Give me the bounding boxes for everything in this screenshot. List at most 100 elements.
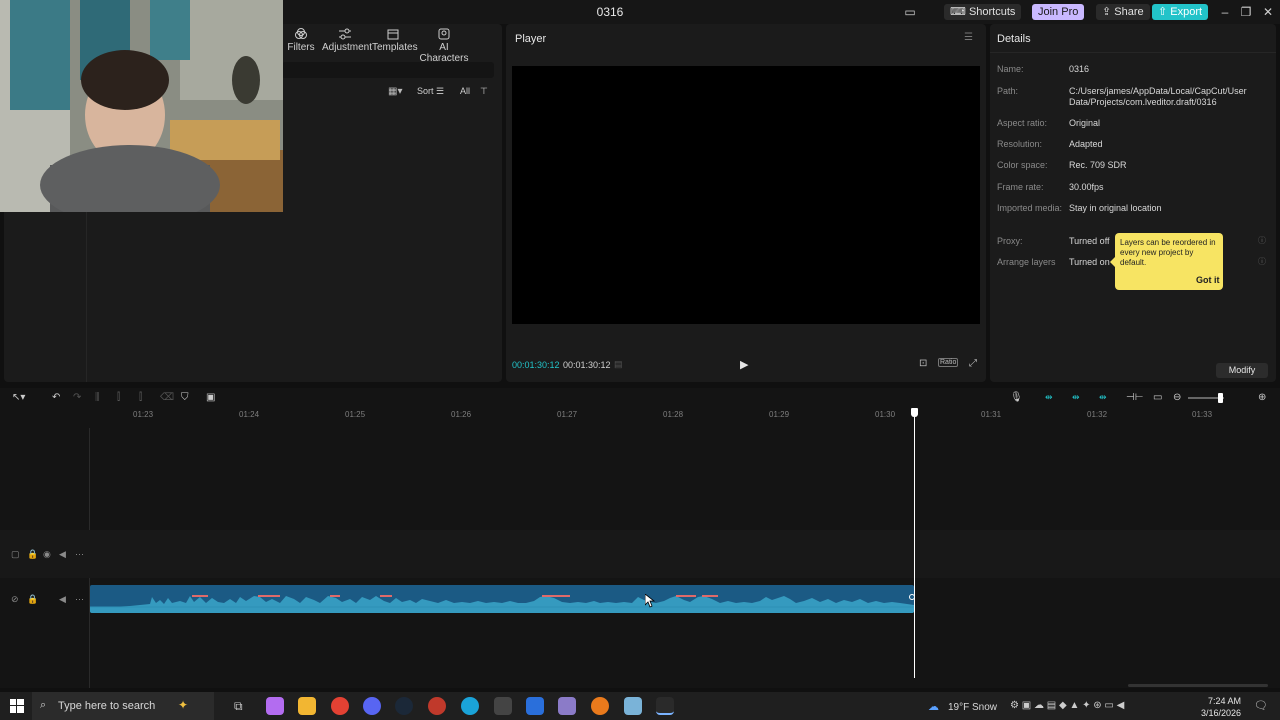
mute-icon[interactable]: ◀ [59,549,66,560]
shortcuts-button[interactable]: ⌨ Shortcuts [944,4,1022,20]
detail-value-imported: Stay in original location [1069,203,1162,213]
tab-adjustment[interactable]: Adjustment [322,26,372,60]
undo-icon[interactable]: ↶ [52,392,60,403]
audio-clip[interactable] [90,585,914,613]
video-track-row [0,530,1280,578]
tab-label: Templates [372,42,418,53]
outlook-icon[interactable] [526,697,544,715]
timeline-scrollbar[interactable] [1128,684,1268,687]
lock-icon[interactable]: 🔒 [27,594,38,605]
zoom-out-icon[interactable]: ⊖ [1173,392,1181,403]
mute-icon[interactable]: ◀ [59,594,66,605]
tab-filters[interactable]: Filters [286,26,316,60]
player-panel: Player ☰ 00:01:30:12 00:01:30:12 ▤ ▶ ⊡ R… [506,24,986,382]
detail-value-arrange[interactable]: Turned on [1069,257,1110,267]
webcam-overlay [0,0,283,212]
restore-icon[interactable]: ❐ [1236,4,1256,20]
sort-icon: ☰ [436,86,445,96]
sort-button[interactable]: Sort ☰ [417,86,451,100]
game-app-icon[interactable] [428,697,446,715]
split-right-icon[interactable]: ⫿ [139,392,142,403]
microphone-icon[interactable]: 🎙 [1010,392,1023,403]
notepad-icon[interactable] [624,697,642,715]
playhead-line[interactable] [914,412,915,678]
tick-label: 01:32 [1087,410,1108,419]
snapshot-icon[interactable]: ⊡ [919,358,927,369]
copilot-icon[interactable] [266,697,284,715]
delete-icon[interactable]: ⌫ [160,392,174,403]
visibility-icon[interactable]: ◉ [43,549,51,560]
task-view-icon[interactable]: ⧉ [234,699,243,714]
marker-icon[interactable]: ⛉ [181,392,189,403]
notes-app-icon[interactable] [558,697,576,715]
modify-button[interactable]: Modify [1216,363,1268,378]
export-button[interactable]: ⇧ Export [1152,4,1209,20]
zoom-slider-thumb[interactable] [1218,393,1223,403]
tray-icons[interactable]: ⚙ ▣ ☁ ▤ ◆ ▲ ✦ ⊛ ▭ ◀ [1010,700,1124,711]
discord-icon[interactable] [363,697,381,715]
caption-icon[interactable]: ▭ [1153,392,1162,403]
zoom-fit-icon[interactable]: ⊕ [1258,392,1266,403]
got-it-button[interactable]: Got it [1196,275,1220,285]
auto-snap-icon[interactable]: ⇹ [1072,392,1086,402]
layout-icon[interactable]: ▭ [900,4,920,20]
linkage-icon[interactable]: ⇹ [1099,392,1113,402]
notifications-icon[interactable]: 🗨 [1254,699,1268,712]
search-placeholder: Type here to search [58,700,156,712]
view-toggle-icon[interactable]: ▦▾ [388,86,410,100]
playhead-handle[interactable] [911,408,918,417]
select-tool-icon[interactable]: ↖▾ [12,392,25,403]
detail-label-arrange: Arrange layers [997,257,1056,267]
cover-icon[interactable]: ▢ [11,549,20,560]
player-title: Player [515,33,547,45]
arrange-info-icon[interactable]: ⓘ [1258,256,1266,267]
close-icon[interactable]: ✕ [1258,4,1278,20]
ratio-button[interactable]: Ratio [938,358,959,367]
image-icon[interactable]: ▣ [206,392,215,403]
tab-ai-characters[interactable]: AI Characters [418,26,470,64]
more-icon[interactable]: ⋯ [75,594,84,605]
play-icon[interactable]: ▶ [740,358,748,371]
search-bar[interactable] [282,62,494,78]
player-menu-icon[interactable]: ☰ [964,32,973,43]
detail-value-proxy[interactable]: Turned off [1069,236,1110,246]
filter-all-button[interactable]: All [460,86,476,100]
timeline-grid-icon[interactable]: ▤ [614,359,623,370]
file-explorer-icon[interactable] [298,697,316,715]
settings-icon[interactable] [494,697,512,715]
tab-templates[interactable]: Templates [372,26,418,60]
mouse-cursor-icon [644,593,656,611]
main-track-magnet-icon[interactable]: ⇹ [1045,392,1059,402]
minimize-icon[interactable]: – [1215,4,1235,20]
redo-icon[interactable]: ↷ [73,392,81,403]
preview-axis-icon[interactable]: ⊣⊢ [1126,392,1143,403]
edge-icon[interactable] [461,697,479,715]
detail-value-framerate: 30.00fps [1069,182,1104,192]
detail-label-framerate: Frame rate: [997,182,1044,192]
split-icon[interactable]: ⫼ [95,392,100,403]
join-pro-button[interactable]: Join Pro [1032,4,1085,20]
tick-label: 01:30 [875,410,896,419]
proxy-info-icon[interactable]: ⓘ [1258,235,1266,246]
search-box[interactable]: ⌕ Type here to search ✦ [32,692,214,720]
detail-label-imported: Imported media: [997,203,1063,213]
more-icon[interactable]: ⋯ [75,549,84,560]
capcut-icon[interactable] [656,697,674,715]
templates-icon [387,29,399,40]
clock-time: 7:24 AM [1207,696,1241,706]
export-label: Export [1170,6,1203,18]
divider [990,52,1276,53]
split-left-icon[interactable]: ⫿ [117,392,120,403]
lock-icon[interactable]: 🔒 [27,549,38,560]
share-button[interactable]: ⇪ Share [1096,4,1150,20]
video-preview[interactable] [512,66,980,324]
search-icon: ⌕ [40,699,47,711]
filter-icon[interactable]: ⊤ [480,86,492,100]
windows-start-icon[interactable] [10,699,24,713]
detail-label-path: Path: [997,86,1019,96]
steam-icon[interactable] [395,697,413,715]
audio-track-icon[interactable]: ⊘ [11,594,19,605]
chrome-icon[interactable] [331,697,349,715]
fullscreen-icon[interactable]: ⤢ [969,358,977,369]
firefox-icon[interactable] [591,697,609,715]
